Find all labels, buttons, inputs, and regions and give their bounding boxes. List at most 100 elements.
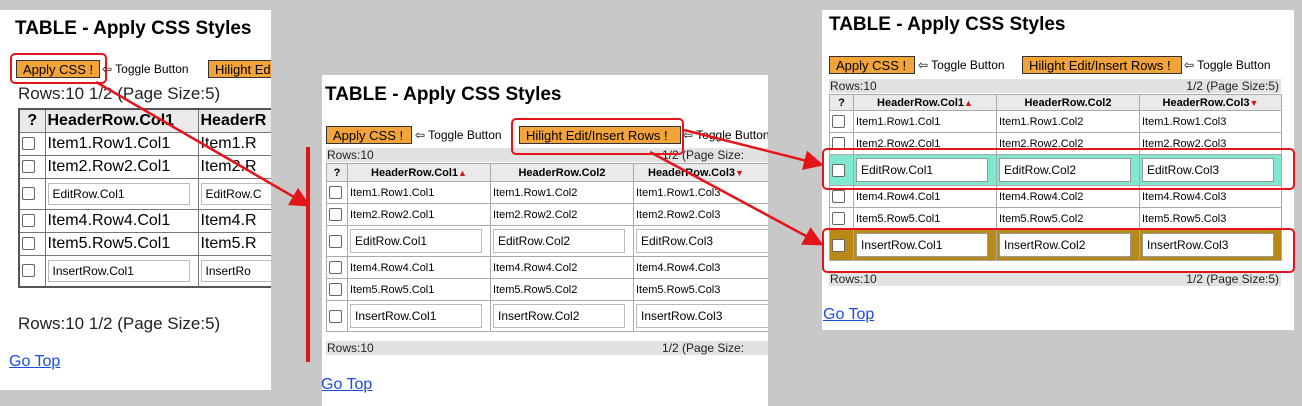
row-checkbox[interactable]	[326, 256, 348, 279]
hilight-rows-button[interactable]: Hilight Edi	[208, 60, 271, 78]
insert-row-highlighted: InsertRow.Col1 InsertRow.Col2 InsertRow.…	[829, 229, 1282, 261]
row-checkbox[interactable]	[18, 255, 46, 288]
insert-input[interactable]: InsertRow.Col1	[350, 304, 483, 328]
rows-info-top: Rows:10 1/2 (Page Size:5)	[18, 84, 221, 103]
data-table: ? HeaderRow.Col1▲ HeaderRow.Col2 HeaderR…	[829, 94, 1282, 261]
insert-input[interactable]: InsertRow.Col2	[999, 233, 1132, 257]
rows-info-bottom: Rows:10 1/2 (Page Size:5)	[18, 314, 221, 333]
row-checkbox[interactable]	[18, 178, 46, 210]
page-label: 1/2 (Page Size:	[662, 148, 745, 162]
table-cell: Item5.Row5.Col1	[347, 278, 491, 301]
header-col2[interactable]: HeaderR	[197, 108, 271, 133]
panel-initial: TABLE - Apply CSS Styles Apply CSS ! ⇦ T…	[0, 10, 271, 390]
row-checkbox[interactable]	[326, 278, 348, 301]
table-cell: Item5.Row5.Col3	[1139, 207, 1282, 230]
header-col3[interactable]: HeaderRow.Col3▼	[1139, 94, 1282, 111]
insert-cell: InsertRow.Col3	[633, 300, 768, 332]
sort-asc-icon: ▲	[458, 167, 467, 178]
row-checkbox[interactable]	[829, 110, 854, 133]
table-cell: Item2.Row2.Col2	[490, 203, 634, 226]
header-col3[interactable]: HeaderRow.Col3▼	[633, 163, 768, 182]
table-cell: Item5.Row5.Col3	[633, 278, 768, 301]
hilight-rows-button[interactable]: Hilight Edit/Insert Rows !	[1022, 56, 1182, 74]
insert-cell: InsertRo	[197, 255, 271, 288]
header-col1[interactable]: HeaderRow.Col1	[44, 108, 199, 133]
row-checkbox[interactable]	[18, 132, 46, 156]
insert-input[interactable]: InsertRow.Col3	[1142, 233, 1274, 257]
toggle-button-label: ⇦ Toggle Button	[415, 128, 502, 142]
table-cell: Item1.Row1.Col2	[490, 181, 634, 204]
edit-input[interactable]: EditRow.C	[200, 183, 271, 205]
edit-cell: EditRow.Col2	[996, 154, 1140, 186]
insert-input[interactable]: InsertRow.Col1	[856, 233, 989, 257]
table-cell: Item1.Row1.Col2	[996, 110, 1140, 133]
page-label: 1/2 (Page Size:5)	[1186, 272, 1279, 286]
insert-cell: InsertRow.Col1	[853, 229, 997, 261]
table-cell: Item1.R	[197, 132, 271, 156]
header-col1[interactable]: HeaderRow.Col1▲	[347, 163, 491, 182]
edit-input[interactable]: EditRow.Col2	[493, 229, 626, 253]
insert-input[interactable]: InsertRow.Col2	[493, 304, 626, 328]
row-checkbox[interactable]	[829, 185, 854, 208]
table-cell: Item5.Row5.Col1	[853, 207, 997, 230]
row-checkbox[interactable]	[18, 232, 46, 256]
rows-label: Rows:10	[830, 79, 877, 93]
sort-desc-icon: ▼	[735, 167, 744, 178]
edit-cell: EditRow.Col1	[853, 154, 997, 186]
edit-input[interactable]: EditRow.Col3	[636, 229, 768, 253]
table-cell: Item4.R	[197, 209, 271, 233]
header-col1[interactable]: HeaderRow.Col1▲	[853, 94, 997, 111]
data-table: ? HeaderRow.Col1▲ HeaderRow.Col2 HeaderR…	[326, 163, 768, 332]
edit-input[interactable]: EditRow.Col3	[1142, 158, 1274, 182]
sort-asc-icon: ▲	[964, 97, 973, 108]
sort-desc-icon: ▼	[1249, 97, 1259, 108]
edit-input[interactable]: EditRow.Col1	[47, 183, 190, 205]
row-checkbox[interactable]	[326, 225, 348, 257]
table-cell: Item5.R	[197, 232, 271, 256]
go-top-link[interactable]: Go Top	[9, 353, 60, 371]
edit-input[interactable]: EditRow.Col1	[350, 229, 483, 253]
insert-cell: InsertRow.Col2	[996, 229, 1140, 261]
table-cell: Item4.Row4.Col2	[490, 256, 634, 279]
insert-cell: InsertRow.Col1	[347, 300, 491, 332]
edit-cell: EditRow.Col3	[633, 225, 768, 257]
table-cell: Item2.Row2.Col3	[1139, 132, 1282, 155]
go-top-link[interactable]: Go Top	[322, 376, 372, 394]
row-checkbox[interactable]	[829, 229, 854, 261]
insert-input[interactable]: InsertRow.Col3	[636, 304, 768, 328]
row-checkbox[interactable]	[326, 181, 348, 204]
edit-cell: EditRow.Col2	[490, 225, 634, 257]
apply-css-button[interactable]: Apply CSS !	[16, 60, 100, 78]
insert-input[interactable]: InsertRo	[200, 260, 271, 282]
go-top-link[interactable]: Go Top	[823, 306, 874, 324]
row-checkbox[interactable]	[829, 154, 854, 186]
header-col2[interactable]: HeaderRow.Col2	[490, 163, 634, 182]
toggle-button-label: ⇦ Toggle Button	[918, 58, 1005, 72]
row-checkbox[interactable]	[18, 155, 46, 179]
table-cell: Item1.Row1.Col1	[347, 181, 491, 204]
table-cell: Item4.Row4.Col1	[347, 256, 491, 279]
edit-input[interactable]: EditRow.Col2	[999, 158, 1132, 182]
panel-css-applied: TABLE - Apply CSS Styles Apply CSS ! ⇦ T…	[322, 75, 768, 406]
hilight-rows-button[interactable]: Hilight Edit/Insert Rows !	[519, 126, 681, 144]
apply-css-button[interactable]: Apply CSS !	[829, 56, 915, 74]
table-cell: Item2.Row2.Col1	[44, 155, 199, 179]
table-cell: Item2.Row2.Col3	[633, 203, 768, 226]
insert-cell: InsertRow.Col2	[490, 300, 634, 332]
row-checkbox[interactable]	[18, 209, 46, 233]
apply-css-button[interactable]: Apply CSS !	[326, 126, 412, 144]
table-footer-bar: Rows:10 1/2 (Page Size:	[326, 341, 768, 355]
page-title: TABLE - Apply CSS Styles	[325, 84, 562, 105]
table-cell: Item5.Row5.Col2	[996, 207, 1140, 230]
table-cell: Item4.Row4.Col1	[853, 185, 997, 208]
table-cell: Item4.Row4.Col1	[44, 209, 199, 233]
header-check: ?	[18, 108, 46, 133]
insert-input[interactable]: InsertRow.Col1	[47, 260, 190, 282]
edit-input[interactable]: EditRow.Col1	[856, 158, 989, 182]
row-checkbox[interactable]	[829, 132, 854, 155]
header-col2[interactable]: HeaderRow.Col2	[996, 94, 1140, 111]
row-checkbox[interactable]	[829, 207, 854, 230]
row-checkbox[interactable]	[326, 300, 348, 332]
panel-rows-highlighted: TABLE - Apply CSS Styles Apply CSS ! ⇦ T…	[822, 10, 1294, 330]
row-checkbox[interactable]	[326, 203, 348, 226]
